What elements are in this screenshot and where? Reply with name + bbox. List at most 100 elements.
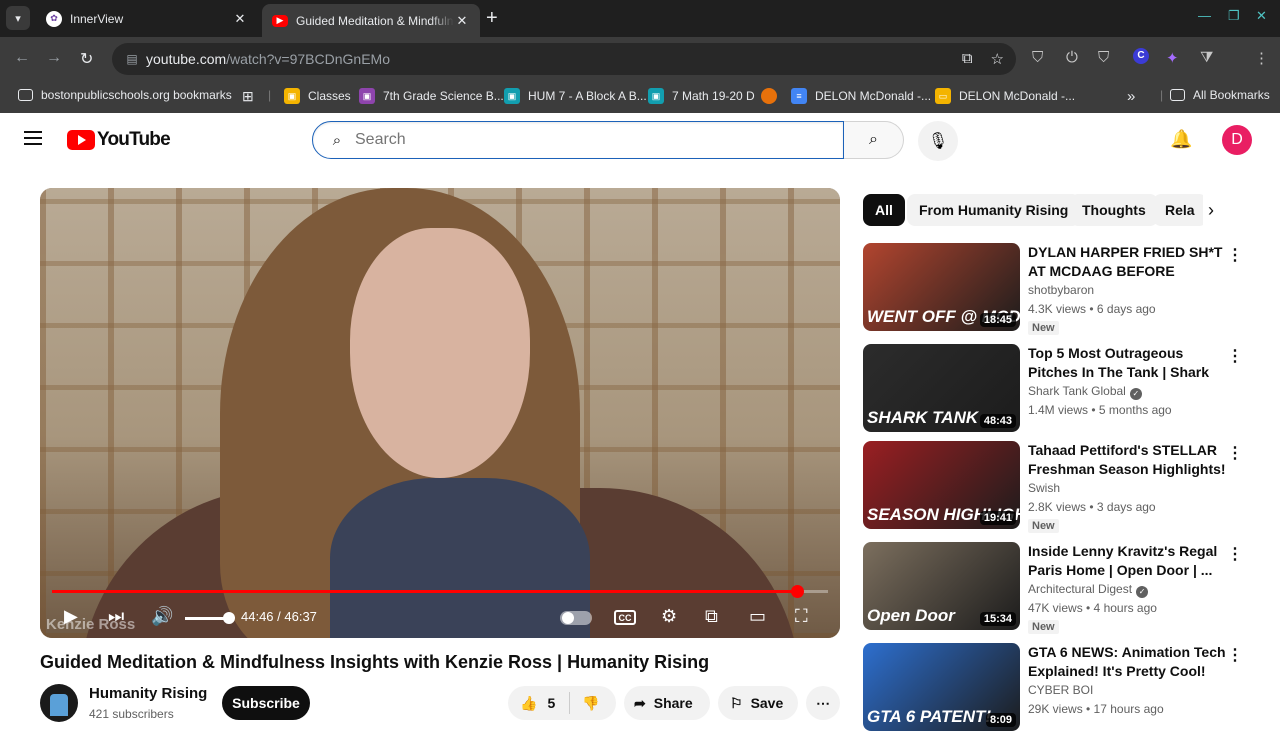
autoplay-toggle[interactable] <box>560 611 592 625</box>
progress-scrubber[interactable] <box>790 585 804 598</box>
chip-thoughts[interactable]: Thoughts <box>1070 194 1158 226</box>
dislike-button[interactable]: 👎 <box>570 695 599 712</box>
volume-knob[interactable] <box>223 612 235 624</box>
tab-close-icon[interactable]: ✕ <box>454 13 470 29</box>
forward-icon[interactable]: → <box>46 49 62 67</box>
chip-all[interactable]: All <box>863 194 905 226</box>
recommendation-item[interactable]: Open Door 15:34 Inside Lenny Kravitz's Reg… <box>863 542 1253 634</box>
theater-mode-icon[interactable]: ▭ <box>749 606 766 627</box>
video-thumbnail[interactable]: SEASON HIGHLIGHTS19:41 <box>863 441 1020 529</box>
classroom-icon: ▣ <box>359 88 375 104</box>
extension-shield-icon[interactable]: ⛉ <box>1032 49 1043 66</box>
thumbs-up-icon: 👍 <box>520 694 538 711</box>
close-window-icon[interactable]: ✕ <box>1256 8 1267 24</box>
apps-grid-icon[interactable]: ⊞ <box>242 88 254 105</box>
video-thumbnail[interactable]: Open Door 15:34 <box>863 542 1020 630</box>
recommendation-channel[interactable]: Swish <box>1028 481 1060 495</box>
recommendation-item[interactable]: WENT OFF @ MCDAAG18:45DYLAN HARPER FRIED… <box>863 243 1253 335</box>
more-vertical-icon[interactable]: ⋮ <box>1227 245 1243 265</box>
more-vertical-icon[interactable]: ⋮ <box>1227 645 1243 665</box>
more-vertical-icon[interactable]: ⋮ <box>1227 346 1243 366</box>
back-icon[interactable]: ← <box>14 49 30 67</box>
fullscreen-icon[interactable]: ⛶ <box>795 606 808 627</box>
recommendation-channel[interactable]: CYBER BOI <box>1028 683 1093 697</box>
notifications-bell-icon[interactable]: 🔔 <box>1170 129 1192 150</box>
all-bookmarks-button[interactable]: All Bookmarks <box>1170 88 1270 102</box>
like-button[interactable]: 👍 5 <box>508 692 571 714</box>
chip-related[interactable]: Rela <box>1153 194 1203 226</box>
subscribe-button[interactable]: Subscribe <box>222 686 310 720</box>
settings-gear-icon[interactable]: ⚙ <box>661 606 677 627</box>
site-info-icon[interactable]: ▤ <box>118 52 146 66</box>
channel-name[interactable]: Humanity Rising <box>89 685 207 702</box>
recommendation-title[interactable]: DYLAN HARPER FRIED SH*T AT MCDAAG BEFORE… <box>1028 243 1228 281</box>
volume-icon[interactable]: 🔊 <box>151 606 173 627</box>
more-actions-button[interactable]: ⋯ <box>806 686 840 720</box>
video-duration: 48:43 <box>979 414 1016 428</box>
search-input[interactable] <box>355 131 815 149</box>
next-video-icon[interactable]: ⏭ <box>108 606 124 627</box>
bookmark-delon-slides[interactable]: ▭ DELON McDonald -... <box>935 88 1075 104</box>
extension-power-icon[interactable]: ⏻ <box>1066 49 1078 66</box>
voice-search-button[interactable]: 🎙 <box>918 121 958 161</box>
tab-search-button[interactable]: ▾ <box>6 6 30 30</box>
bookmark-hum7[interactable]: ▣ HUM 7 - A Block A B... <box>504 88 647 104</box>
extension-shield2-icon[interactable]: ⛉ <box>1098 49 1109 66</box>
tab-close-icon[interactable]: ✕ <box>232 11 248 27</box>
miniplayer-icon[interactable]: ⧉ <box>705 606 718 627</box>
bookmark-separator: | <box>268 88 272 102</box>
account-avatar[interactable]: D <box>1222 125 1252 155</box>
video-thumbnail[interactable]: GTA 6 PATENT! 8:09 <box>863 643 1020 731</box>
more-vertical-icon[interactable]: ⋮ <box>1227 443 1243 463</box>
restore-icon[interactable]: ❐ <box>1228 8 1240 24</box>
bookmark-separator: | <box>1160 88 1164 102</box>
reload-icon[interactable]: ↻ <box>80 49 93 69</box>
bookmark-7-math[interactable]: ▣ 7 Math 19-20 D <box>648 88 755 104</box>
recommendation-title[interactable]: Top 5 Most Outrageous Pitches In The Tan… <box>1028 344 1228 382</box>
share-button[interactable]: ➦ Share <box>624 686 710 720</box>
recommendation-title[interactable]: Inside Lenny Kravitz's Regal Paris Home … <box>1028 542 1228 580</box>
save-button[interactable]: ⚐ Save <box>718 686 798 720</box>
video-player[interactable]: Kenzie Ross ▶ ⏭ 🔊 44:46 / 46:37 CC ⚙ ⧉ ▭… <box>40 188 840 638</box>
video-thumbnail[interactable]: WENT OFF @ MCDAAG18:45 <box>863 243 1020 331</box>
install-app-icon[interactable]: ⧉ <box>962 50 973 68</box>
basketball-icon[interactable] <box>761 88 777 104</box>
bookmark-classes[interactable]: ▣ Classes <box>284 88 351 104</box>
extension-purple-icon[interactable]: ✦ <box>1166 49 1179 67</box>
recommendation-channel[interactable]: Architectural Digest ✓ <box>1028 582 1149 598</box>
recommendation-item[interactable]: SEASON HIGHLIGHTS19:41Tahaad Pettiford's… <box>863 441 1253 533</box>
recommendation-item[interactable]: SHARK TANK 48:43 Top 5 Most Outrageous Pit… <box>863 344 1253 436</box>
search-button[interactable]: ⌕ <box>844 121 904 159</box>
more-vertical-icon[interactable]: ⋮ <box>1227 544 1243 564</box>
tab-innerview[interactable]: ✿ InnerView ✕ <box>36 0 258 37</box>
channel-avatar[interactable] <box>40 684 78 722</box>
extension-c-icon[interactable]: C <box>1133 48 1149 64</box>
address-bar[interactable]: ▤ youtube.com/watch?v=97BCDnGnEMo ⧉ ☆ <box>112 43 1016 75</box>
chip-from-humanity-rising[interactable]: From Humanity Rising <box>907 194 1081 226</box>
like-dislike-group: 👍 5 👎 <box>508 686 616 720</box>
captions-button[interactable]: CC <box>614 610 636 625</box>
recommendation-item[interactable]: GTA 6 PATENT! 8:09 GTA 6 NEWS: Animation T… <box>863 643 1253 735</box>
browser-menu-icon[interactable]: ⋮ <box>1254 49 1269 67</box>
new-tab-button[interactable]: + <box>486 8 498 28</box>
recommendation-channel[interactable]: shotbybaron <box>1028 283 1094 297</box>
bookmark-7th-grade-science[interactable]: ▣ 7th Grade Science B... <box>359 88 504 104</box>
bookmark-label: HUM 7 - A Block A B... <box>528 89 647 103</box>
recommendation-title[interactable]: Tahaad Pettiford's STELLAR Freshman Seas… <box>1028 441 1228 479</box>
guide-menu-icon[interactable] <box>24 131 42 145</box>
recommendation-channel[interactable]: Shark Tank Global ✓ <box>1028 384 1142 400</box>
extensions-puzzle-icon[interactable]: ⧩ <box>1200 49 1213 66</box>
bookmark-delon-doc[interactable]: ≡ DELON McDonald -... <box>791 88 931 104</box>
channel-label: Architectural Digest <box>1028 582 1133 596</box>
more-bookmarks-chevron-icon[interactable]: » <box>1127 88 1135 105</box>
tab-youtube-video[interactable]: ▶ Guided Meditation & Mindfulness Insigh… <box>262 4 480 37</box>
bookmark-folder-bps[interactable]: bostonpublicschools.org bookmarks <box>18 88 232 102</box>
progress-bar[interactable] <box>52 585 828 598</box>
recommendation-title[interactable]: GTA 6 NEWS: Animation Tech Explained! It… <box>1028 643 1228 681</box>
minimize-icon[interactable]: — <box>1198 8 1211 23</box>
play-icon[interactable]: ▶ <box>64 606 78 627</box>
youtube-logo[interactable]: YouTube <box>67 129 171 151</box>
bookmark-star-icon[interactable]: ☆ <box>991 50 1004 68</box>
chips-next-chevron-icon[interactable]: › <box>1208 200 1214 221</box>
video-thumbnail[interactable]: SHARK TANK 48:43 <box>863 344 1020 432</box>
